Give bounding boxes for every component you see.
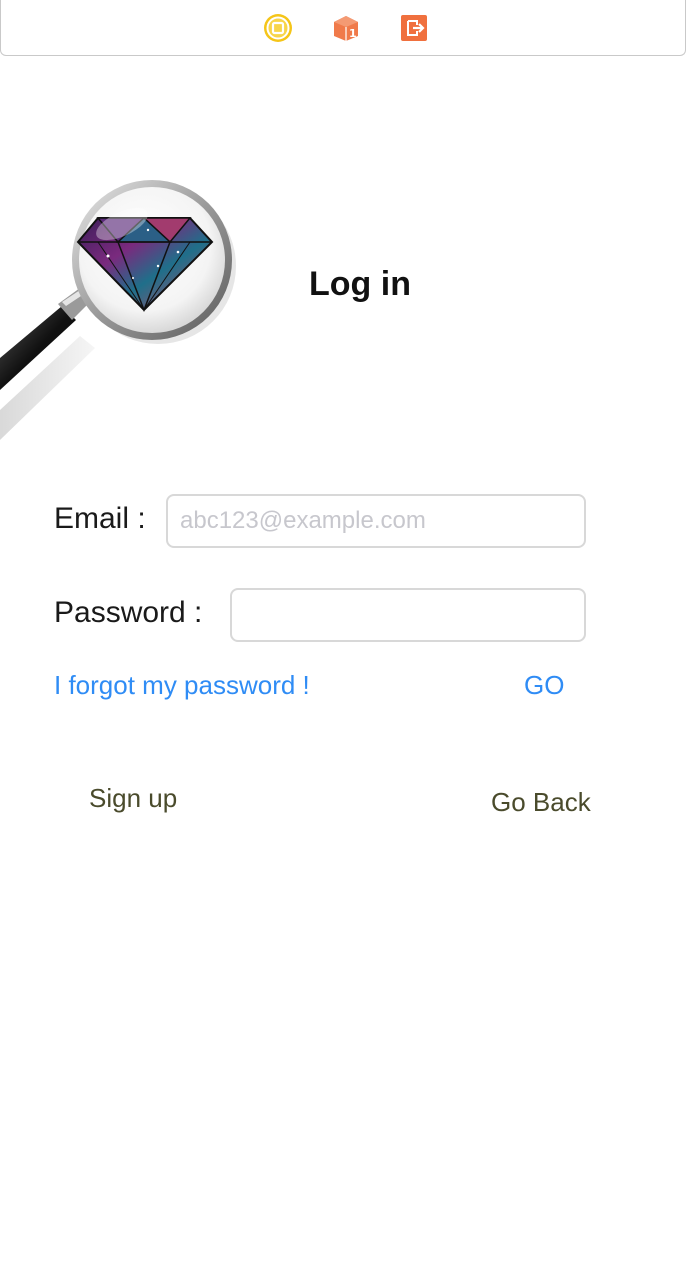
scene-dock: 1 (0, 0, 686, 56)
sign-up-button[interactable]: Sign up (89, 782, 177, 814)
email-label: Email : (54, 502, 146, 535)
email-field[interactable] (166, 494, 586, 548)
go-back-button[interactable]: Go Back (491, 786, 591, 818)
magnifier-diamond-icon (0, 178, 245, 443)
password-field[interactable] (230, 588, 586, 642)
go-button[interactable]: GO (524, 669, 564, 701)
page-title: Log in (309, 265, 411, 303)
view-controller-icon[interactable] (263, 13, 293, 43)
password-label: Password : (54, 596, 203, 629)
login-scene: 1 Log in Email: abc123@example.com Pass… (0, 0, 686, 1278)
first-responder-icon[interactable]: 1 (331, 13, 361, 43)
exit-icon[interactable] (399, 13, 429, 43)
forgot-password-link[interactable]: I forgot my password ! (54, 669, 310, 701)
svg-text:1: 1 (349, 27, 357, 40)
